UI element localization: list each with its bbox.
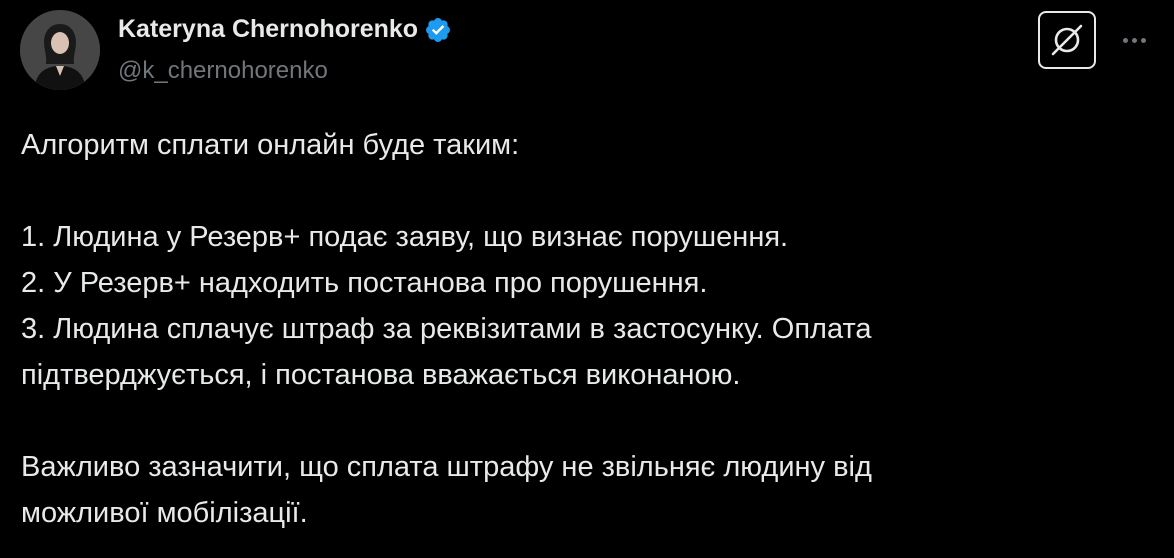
author-name-text: Kateryna Chernohorenko [118,15,419,43]
post-note: Важливо зазначити, що сплата штрафу не з… [21,451,872,483]
post-step: 3. Людина сплачує штраф за реквізитами в… [21,313,872,345]
post-step: 1. Людина у Резерв+ подає заяву, що визн… [21,221,789,253]
avatar-photo [20,10,100,90]
post-note: можливої мобілізації. [21,497,308,529]
verified-badge-icon [426,17,451,42]
author-name[interactable]: Kateryna Chernohorenko [118,15,452,44]
more-dot [1140,37,1146,43]
author-handle[interactable]: @k_chernohorenko [118,57,328,85]
avatar[interactable] [20,10,100,90]
post: Kateryna Chernohorenko @k_chernohorenko … [0,0,1174,558]
post-text: Алгоритм сплати онлайн буде таким: 1. Лю… [21,122,1151,536]
grok-icon [1051,24,1083,56]
grok-button[interactable] [1038,11,1096,69]
more-horizontal-icon [1122,37,1128,43]
post-intro: Алгоритм сплати онлайн буде таким: [21,129,520,161]
more-dot [1131,37,1137,43]
more-options-button[interactable] [1116,22,1152,58]
post-step: підтверджується, і постанова вважається … [21,359,741,391]
post-step: 2. У Резерв+ надходить постанова про пор… [21,267,708,299]
